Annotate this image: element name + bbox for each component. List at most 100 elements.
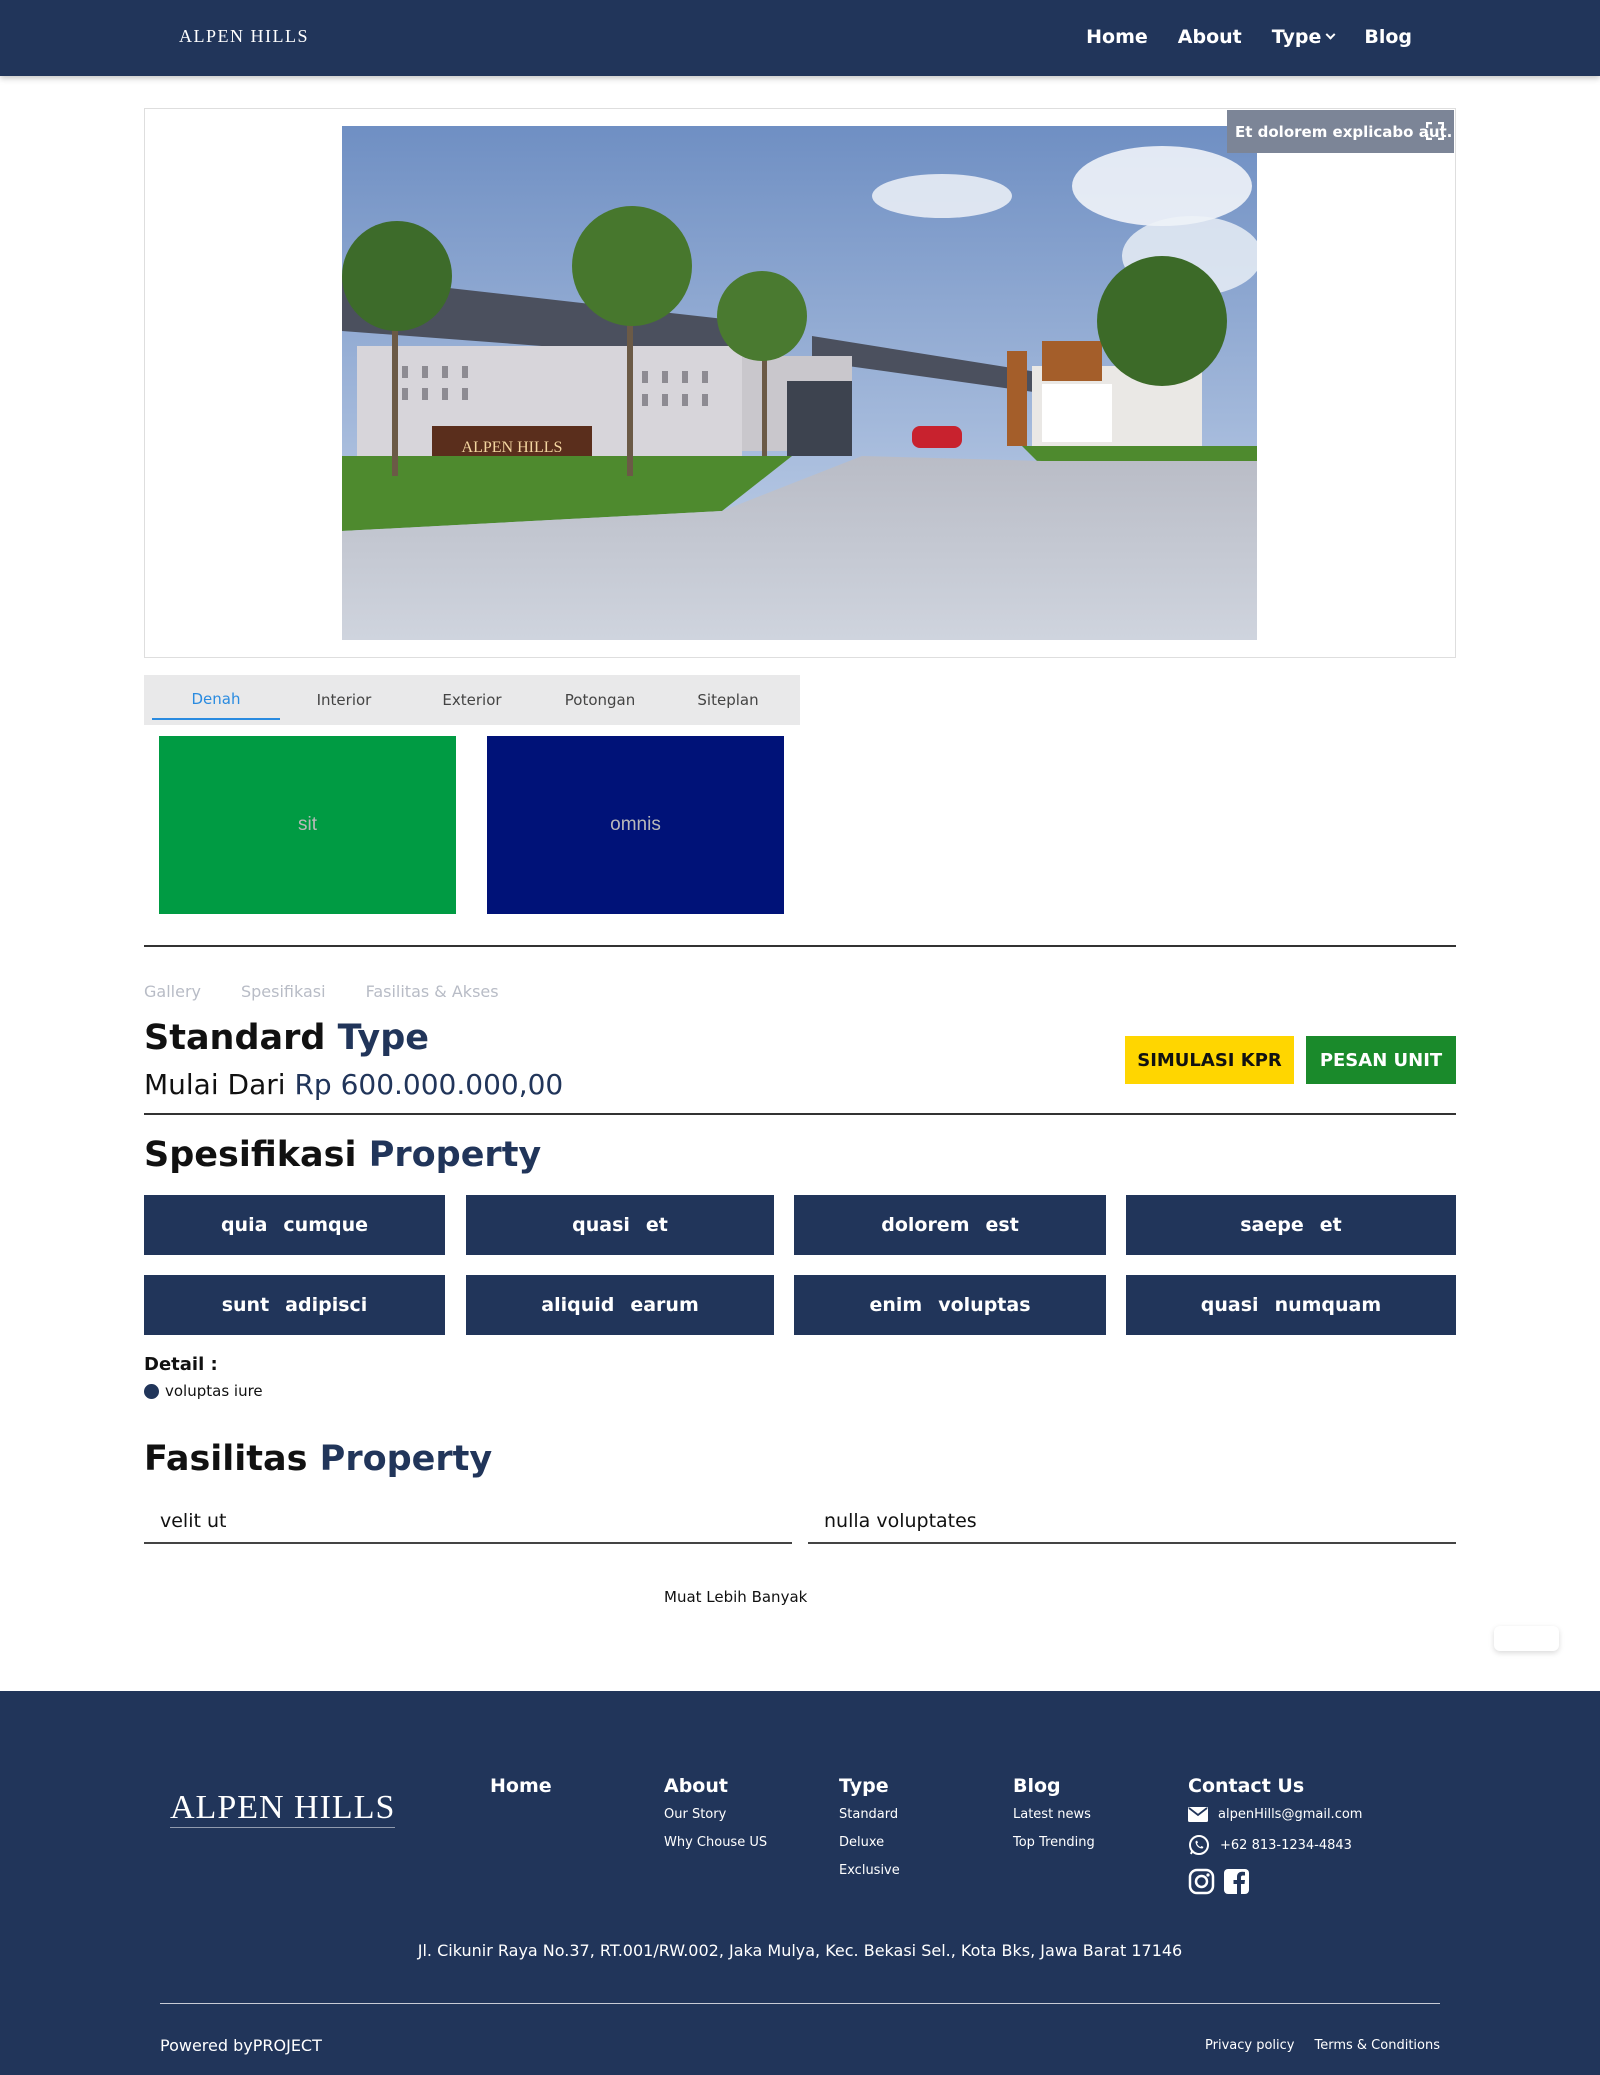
spec-item-value: adipisci [285, 1294, 368, 1316]
load-more-button[interactable]: Muat Lebih Banyak [664, 1588, 807, 1606]
footer-home-link[interactable]: Home [490, 1775, 552, 1797]
gallery-thumbnail[interactable]: omnis [487, 736, 784, 914]
spec-item-value: voluptas [938, 1294, 1031, 1316]
footer-phone[interactable]: +62 813-1234-4843 [1188, 1834, 1362, 1856]
nav-link-about[interactable]: About [1178, 26, 1242, 48]
nav-link-type-label: Type [1271, 26, 1322, 48]
spesifikasi-title-main: Spesifikasi [144, 1135, 357, 1175]
price-value: Rp 600.000.000,00 [294, 1068, 564, 1101]
fasilitas-title-accent: Property [319, 1439, 493, 1479]
spec-item: aliquid earum [466, 1275, 774, 1335]
footer-link-deluxe[interactable]: Deluxe [839, 1835, 900, 1850]
social-links [1188, 1868, 1362, 1895]
spesifikasi-title-accent: Property [368, 1135, 542, 1175]
tab-denah[interactable]: Denah [152, 680, 280, 720]
spec-item: quasi et [466, 1195, 774, 1255]
footer-logo[interactable]: ALPEN HILLS [170, 1789, 396, 1828]
hero-image[interactable]: ALPEN HILLS [342, 126, 1257, 640]
instagram-icon[interactable] [1188, 1868, 1215, 1895]
nav-link-blog-label: Blog [1364, 26, 1412, 48]
gallery-thumbnail[interactable]: sit [159, 736, 456, 914]
footer-col-about: About Our Story Why Chouse US [664, 1775, 767, 1863]
hero-caption-text: Et dolorem explicabo aut. [1235, 122, 1453, 141]
footer: ALPEN HILLS Home About Our Story Why Cho… [0, 1691, 1600, 2075]
fasilitas-title-main: Fasilitas [144, 1439, 308, 1479]
nav-link-blog[interactable]: Blog [1364, 26, 1412, 48]
bullet-icon [144, 1383, 159, 1399]
footer-col-contact: Contact Us alpenHills@gmail.com +62 813-… [1188, 1775, 1362, 1895]
hero-image-sign: ALPEN HILLS [462, 439, 563, 456]
price: Mulai Dari Rp 600.000.000,00 [144, 1068, 563, 1101]
section-nav-fasilitas[interactable]: Fasilitas & Akses [366, 982, 499, 1001]
footer-col-blog: Blog Latest news Top Trending [1013, 1775, 1095, 1863]
navbar: ALPEN HILLS Home About Type Blog [0, 0, 1600, 76]
facebook-icon[interactable] [1223, 1868, 1250, 1895]
spec-item-name: quasi [1200, 1294, 1259, 1316]
spec-item-name: saepe [1240, 1214, 1304, 1236]
spec-item: sunt adipisci [144, 1275, 445, 1335]
nav-link-home-label: Home [1086, 26, 1148, 48]
spec-item-value: et [645, 1214, 668, 1236]
section-nav-gallery[interactable]: Gallery [144, 982, 201, 1001]
spec-item: saepe et [1126, 1195, 1456, 1255]
spec-item-value: est [985, 1214, 1019, 1236]
spec-item: quia cumque [144, 1195, 445, 1255]
footer-link-why-chouse-us[interactable]: Why Chouse US [664, 1835, 767, 1850]
footer-link-our-story[interactable]: Our Story [664, 1807, 767, 1822]
section-nav: Gallery Spesifikasi Fasilitas & Akses [144, 982, 499, 1001]
footer-email-text: alpenHills@gmail.com [1218, 1807, 1363, 1822]
hero-gallery: ALPEN HILLS Et dolorem explicabo aut. [144, 108, 1456, 658]
nav-link-home[interactable]: Home [1086, 26, 1148, 48]
spec-item: quasi numquam [1126, 1275, 1456, 1335]
footer-blog-title[interactable]: Blog [1013, 1775, 1095, 1797]
type-title-main: Standard [144, 1018, 326, 1058]
spec-item: enim voluptas [794, 1275, 1106, 1335]
spec-item-name: quasi [572, 1214, 630, 1236]
spec-item-value: cumque [283, 1214, 369, 1236]
tab-siteplan[interactable]: Siteplan [664, 681, 792, 719]
tab-exterior[interactable]: Exterior [408, 681, 536, 719]
tab-potongan[interactable]: Potongan [536, 681, 664, 719]
footer-powered-by: Powered byPROJECT [160, 2036, 322, 2055]
pesan-unit-button[interactable]: PESAN UNIT [1306, 1036, 1456, 1084]
footer-address: Jl. Cikunir Raya No.37, RT.001/RW.002, J… [417, 1941, 1183, 1960]
footer-col-home: Home [490, 1775, 552, 1807]
simulasi-kpr-button[interactable]: SIMULASI KPR [1125, 1036, 1294, 1084]
footer-type-title[interactable]: Type [839, 1775, 900, 1797]
footer-legal: Privacy policy Terms & Conditions [1205, 2038, 1440, 2053]
type-title-accent: Type [337, 1018, 429, 1058]
tab-interior[interactable]: Interior [280, 681, 408, 719]
nav-link-type[interactable]: Type [1271, 26, 1336, 48]
spec-item-name: aliquid [541, 1294, 615, 1316]
nav-logo[interactable]: ALPEN HILLS [179, 26, 309, 47]
spec-item-name: dolorem [881, 1214, 970, 1236]
section-nav-spesifikasi[interactable]: Spesifikasi [241, 982, 326, 1001]
footer-link-standard[interactable]: Standard [839, 1807, 900, 1822]
spec-item: dolorem est [794, 1195, 1106, 1255]
detail-label: Detail : [144, 1354, 218, 1375]
detail-item: voluptas iure [144, 1382, 263, 1400]
hero-caption: Et dolorem explicabo aut. [1227, 110, 1454, 153]
terms-conditions-link[interactable]: Terms & Conditions [1315, 2038, 1441, 2053]
envelope-icon [1188, 1807, 1208, 1822]
gallery-thumbnail-label: sit [298, 814, 317, 835]
gallery-tabs: Denah Interior Exterior Potongan Sitepla… [144, 675, 800, 725]
footer-about-title[interactable]: About [664, 1775, 767, 1797]
spec-item-name: enim [869, 1294, 923, 1316]
footer-link-exclusive[interactable]: Exclusive [839, 1863, 900, 1878]
spesifikasi-title: Spesifikasi Property [144, 1135, 541, 1175]
privacy-policy-link[interactable]: Privacy policy [1205, 2038, 1294, 2053]
spec-item-name: quia [220, 1214, 268, 1236]
footer-link-top-trending[interactable]: Top Trending [1013, 1835, 1095, 1850]
footer-link-latest-news[interactable]: Latest news [1013, 1807, 1095, 1822]
spec-item-value: earum [630, 1294, 699, 1316]
chevron-down-icon [1325, 29, 1336, 40]
divider [144, 1113, 1456, 1115]
fullscreen-icon[interactable] [1426, 122, 1444, 140]
floating-widget[interactable] [1494, 1626, 1559, 1651]
footer-email[interactable]: alpenHills@gmail.com [1188, 1807, 1362, 1822]
footer-col-type: Type Standard Deluxe Exclusive [839, 1775, 900, 1891]
spec-item-value: numquam [1274, 1294, 1382, 1316]
whatsapp-icon [1189, 1835, 1209, 1855]
footer-phone-text: +62 813-1234-4843 [1220, 1837, 1352, 1853]
